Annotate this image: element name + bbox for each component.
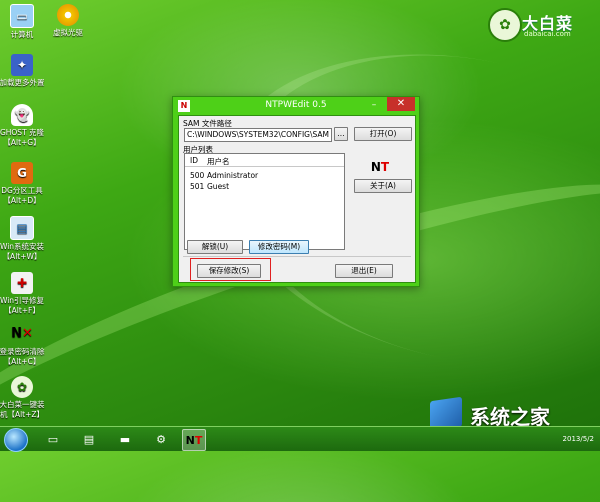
brand-logo: ✿ 大白菜 dabaicai.com [488,8,588,44]
exit-button[interactable]: 退出(E) [335,264,393,278]
desktop-icon-shortcut: 【Alt+G】 [3,138,41,147]
desktop-icon-win-install[interactable]: ▤ Win系统安装 【Alt+W】 [0,216,48,262]
separator-line [183,256,411,257]
desktop-icon-label: 加载更多外置 [0,78,45,87]
desktop-icon-shortcut: 机【Alt+Z】 [0,410,45,419]
taskbar-tools-icon[interactable]: ▤ [78,429,100,449]
desktop-icon-dg-partition[interactable]: G DG分区工具 【Alt+D】 [0,162,48,206]
desktop-icon-ghost[interactable]: 👻 GHOST 克隆 【Alt+G】 [0,104,48,148]
browse-button[interactable]: ... [334,127,348,141]
desktop-icon-label: 虚拟光驱 [53,28,83,37]
cabbage-logo-icon: ✿ [488,8,522,42]
desktop-icon-load-plugins[interactable]: ✦ 加载更多外置 [0,54,48,88]
tray-date: 2013/5/2 [562,435,594,443]
desktop-icon-shortcut: 【Alt+F】 [4,306,40,315]
user-row-id[interactable]: 501 [190,182,204,191]
about-button[interactable]: 关于(A) [354,179,412,193]
ntpwedit-window: N NTPWEdit 0.5 – ✕ SAM 文件路径 C:\WINDOWS\S… [172,96,420,287]
cabbage-icon: ✿ [11,376,33,398]
desktop-icon-label: 计算机 [10,30,34,39]
open-button[interactable]: 打开(O) [354,127,412,141]
user-row-name[interactable]: Administrator [207,171,258,180]
unlock-button[interactable]: 解锁(U) [187,240,243,254]
plugin-icon: ✦ [11,54,33,76]
desktop-icon-label: Win系统安装 [0,242,45,251]
window-client-area: SAM 文件路径 C:\WINDOWS\SYSTEM32\CONFIG\SAM … [178,115,416,283]
partition-icon: G [11,162,33,184]
taskbar-ntpwedit-icon[interactable]: NT [182,429,206,451]
change-password-button[interactable]: 修改密码(M) [249,240,309,254]
desktop-icon-label: GHOST 克隆 [0,128,45,137]
desktop-icon-virtual-drive[interactable]: 虚拟光驱 [42,4,94,38]
desktop-icon-label: 登录密码清除 [0,347,45,356]
taskbar-drive-icon[interactable]: ▬ [114,429,136,449]
taskbar-settings-icon[interactable]: ⚙ [150,429,172,449]
taskbar-computer-icon[interactable]: ▭ [42,429,64,449]
window-title: NTPWEdit 0.5 [265,100,327,110]
minimize-button[interactable]: – [369,101,379,111]
close-button[interactable]: ✕ [387,97,415,111]
desktop-icon-password-clear[interactable]: N ✕ 登录密码清除 【Alt+C】 [0,323,48,367]
start-button[interactable] [4,428,28,452]
user-row-name[interactable]: Guest [207,182,229,191]
disc-icon [57,4,79,26]
sam-path-input[interactable]: C:\WINDOWS\SYSTEM32\CONFIG\SAM [184,128,332,142]
installer-icon: ▤ [10,216,34,240]
list-header-divider [185,166,344,167]
boot-repair-icon: ✚ [11,272,33,294]
user-list[interactable]: ID 用户名 500 Administrator 501 Guest [184,153,345,250]
desktop-icon-computer[interactable]: ▭ 计算机 [0,4,48,40]
column-header-id[interactable]: ID [190,156,198,165]
taskbar: ▭ ▤ ▬ ⚙ NT 2013/5/2 [0,426,600,452]
save-button-highlight [190,258,271,281]
desktop-icon-label: DG分区工具 [1,186,43,195]
desktop-icon-shortcut: 【Alt+D】 [3,196,41,205]
window-titlebar[interactable]: N NTPWEdit 0.5 – ✕ [173,97,419,115]
ghost-icon: 👻 [11,104,33,126]
desktop-icon-label: Win引导修复 [0,296,45,305]
brand-url: dabaicai.com [524,30,571,38]
desktop-icon-shortcut: 【Alt+C】 [3,357,41,366]
desktop-icon-boot-repair[interactable]: ✚ Win引导修复 【Alt+F】 [0,272,48,316]
desktop-icon-label: 大白菜一键装 [0,400,45,409]
ntpwedit-logo-icon: NT [370,160,390,174]
computer-icon: ▭ [10,4,34,28]
user-row-id[interactable]: 500 [190,171,204,180]
desktop-icon-one-click-install[interactable]: ✿ 大白菜一键装 机【Alt+Z】 [0,376,48,420]
desktop-icon-shortcut: 【Alt+W】 [2,252,42,261]
ntpw-icon: N ✕ [11,326,33,341]
